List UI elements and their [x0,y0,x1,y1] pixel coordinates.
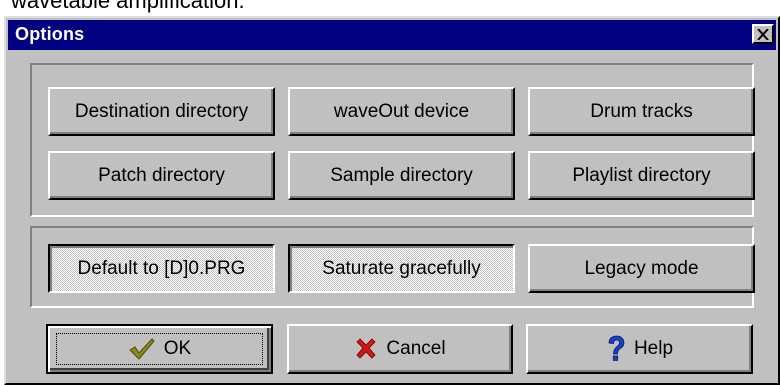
help-button[interactable]: Help [526,324,753,374]
sample-directory-button[interactable]: Sample directory [288,151,515,200]
window-title: Options [15,24,85,44]
toggles-group: Default to [D]0.PRG Saturate gracefully … [30,226,755,308]
destination-directory-button[interactable]: Destination directory [48,87,275,136]
playlist-directory-label: Playlist directory [572,164,711,186]
cancel-label: Cancel [386,338,446,359]
checkmark-icon [128,338,155,360]
ok-label: OK [163,338,192,359]
close-button[interactable] [752,24,774,44]
playlist-directory-button[interactable]: Playlist directory [528,151,755,200]
question-mark-icon [608,335,625,361]
destination-directory-label: Destination directory [74,100,249,122]
default-to-d0-prg-label: Default to [D]0.PRG [77,257,246,279]
legacy-mode-toggle[interactable]: Legacy mode [528,244,755,293]
options-dialog: Options Destination directory waveOut de… [4,16,780,385]
document-text: wavetable amplification. [11,0,245,13]
title-bar[interactable]: Options [8,20,776,50]
saturate-gracefully-toggle[interactable]: Saturate gracefully [288,244,515,293]
legacy-mode-label: Legacy mode [584,257,699,279]
saturate-gracefully-label: Saturate gracefully [322,257,481,279]
drum-tracks-button[interactable]: Drum tracks [528,87,755,136]
patch-directory-label: Patch directory [98,164,225,186]
close-icon [757,28,769,40]
help-label: Help [633,338,674,359]
cancel-button[interactable]: Cancel [287,324,513,374]
directories-group: Destination directory waveOut device Dru… [30,63,755,217]
x-cross-icon [356,338,376,359]
drum-tracks-label: Drum tracks [590,100,693,122]
default-to-d0-prg-toggle[interactable]: Default to [D]0.PRG [48,244,275,293]
ok-button[interactable]: OK [46,324,273,374]
waveout-device-label: waveOut device [333,100,470,122]
patch-directory-button[interactable]: Patch directory [48,151,275,200]
sample-directory-label: Sample directory [330,164,473,186]
waveout-device-button[interactable]: waveOut device [288,87,515,136]
